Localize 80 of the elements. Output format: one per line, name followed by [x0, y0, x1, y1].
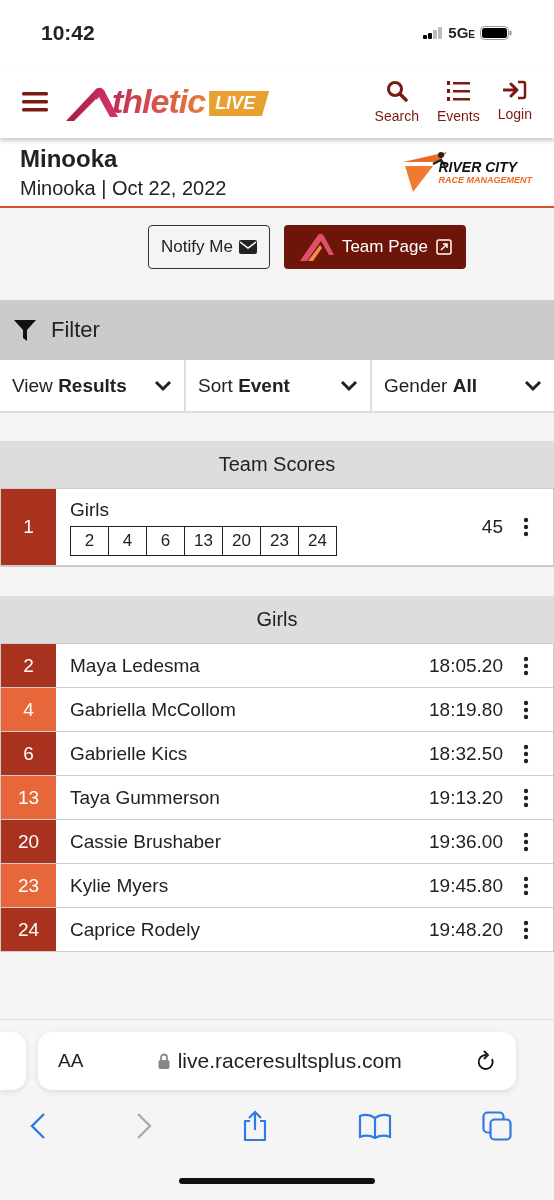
clock: 10:42 — [41, 20, 95, 45]
chevron-down-icon — [340, 379, 358, 392]
place-badge: 1 — [1, 489, 56, 565]
place-badge: 23 — [1, 864, 56, 907]
share-icon[interactable] — [242, 1110, 268, 1142]
url-text: live.raceresultsplus.com — [177, 1049, 402, 1073]
finish-time: 19:36.00 — [429, 830, 503, 853]
battery-icon — [480, 25, 512, 40]
filter-icon — [13, 318, 37, 342]
scorer-cell: 6 — [146, 525, 185, 556]
team-name: Girls — [70, 498, 111, 521]
scorer-cell: 24 — [298, 525, 337, 556]
finish-time: 18:05.20 — [429, 654, 503, 677]
athlete-name: Caprice Rodely — [69, 918, 201, 941]
search-link[interactable]: Search — [374, 79, 419, 124]
place-badge: 2 — [1, 644, 56, 687]
more-icon[interactable] — [523, 831, 529, 852]
more-icon[interactable] — [523, 699, 529, 720]
event-title: Minooka — [20, 144, 119, 173]
finish-time: 18:32.50 — [429, 742, 503, 765]
reload-icon[interactable] — [476, 1050, 496, 1072]
filter-label: Filter — [51, 317, 100, 343]
envelope-icon — [238, 240, 257, 254]
place-badge: 20 — [1, 820, 56, 863]
sponsor-tagline: RACE MANAGEMENT — [438, 175, 532, 185]
team-page-button[interactable]: Team Page — [283, 225, 466, 269]
place-badge: 4 — [1, 688, 56, 731]
login-link[interactable]: Login — [497, 79, 532, 124]
finish-time: 19:48.20 — [429, 918, 503, 941]
external-link-icon — [435, 239, 452, 255]
sponsor-name: RIVER CITY — [438, 159, 519, 175]
more-icon[interactable] — [523, 517, 529, 537]
dropdown[interactable]: Sort Event — [186, 360, 370, 411]
athlete-name: Taya Gummerson — [69, 786, 221, 809]
address-bar[interactable]: AA live.raceresultsplus.com — [38, 1032, 516, 1090]
more-icon[interactable] — [523, 875, 529, 896]
finish-time: 19:45.80 — [429, 874, 503, 897]
filter-bar[interactable]: Filter — [0, 300, 554, 360]
scorer-cell: 20 — [222, 525, 261, 556]
network-label: 5GE — [448, 24, 475, 41]
athlete-name: Cassie Brushaber — [69, 830, 223, 853]
notify-button[interactable]: Notify Me — [148, 225, 270, 269]
place-badge: 13 — [1, 776, 56, 819]
section-header: Girls — [0, 596, 554, 644]
text-size-button[interactable]: AA — [58, 1050, 84, 1072]
tabs-icon[interactable] — [482, 1111, 512, 1141]
place-badge: 6 — [1, 732, 56, 775]
bookmarks-icon[interactable] — [358, 1113, 392, 1139]
lock-icon — [157, 1053, 170, 1069]
chevron-down-icon — [524, 379, 542, 392]
chevron-down-icon — [154, 379, 172, 392]
athlete-name: Gabrielle Kics — [69, 742, 189, 765]
events-link[interactable]: Events — [436, 79, 480, 124]
back-icon[interactable] — [30, 1112, 46, 1140]
more-icon[interactable] — [523, 787, 529, 808]
menu-icon[interactable] — [22, 90, 48, 113]
logo-mark-icon — [299, 233, 334, 261]
scorer-cell: 2 — [70, 525, 109, 556]
login-icon — [502, 79, 527, 100]
logo-badge: LIVE — [209, 91, 270, 116]
event-subtitle: Minooka | Oct 22, 2022 — [20, 176, 227, 200]
numbered-list-icon — [446, 79, 471, 102]
search-icon — [385, 79, 408, 102]
scorer-cell: 13 — [184, 525, 223, 556]
dropdown[interactable]: View Results — [0, 360, 184, 411]
scorer-cell: 23 — [260, 525, 299, 556]
finish-time: 19:13.20 — [429, 786, 503, 809]
athlete-name: Maya Ledesma — [69, 654, 201, 677]
scorer-cell: 4 — [108, 525, 147, 556]
dropdown[interactable]: Gender All — [372, 360, 554, 411]
place-badge: 24 — [1, 908, 56, 951]
section-header: Team Scores — [0, 441, 554, 489]
team-score: 45 — [481, 516, 503, 538]
more-icon[interactable] — [523, 655, 529, 676]
more-icon[interactable] — [523, 743, 529, 764]
athlete-name: Gabriella McCollom — [69, 698, 237, 721]
athlete-name: Kylie Myers — [69, 874, 170, 897]
more-icon[interactable] — [523, 919, 529, 940]
signal-icon — [423, 26, 444, 39]
finish-time: 18:19.80 — [429, 698, 503, 721]
